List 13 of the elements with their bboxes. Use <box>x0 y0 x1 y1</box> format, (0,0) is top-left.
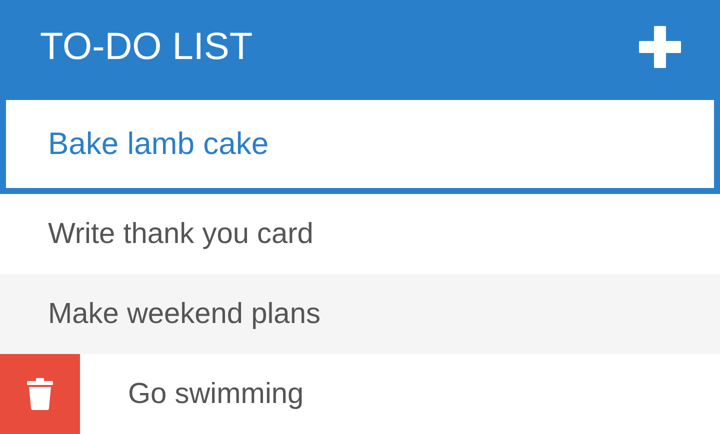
todo-item[interactable]: Bake lamb cake <box>0 94 720 194</box>
item-text: Go swimming <box>127 378 304 410</box>
todo-item[interactable]: Write thank you card <box>0 194 720 274</box>
delete-button[interactable] <box>0 354 80 434</box>
app-title: TO-DO LIST <box>40 26 253 68</box>
trash-icon <box>27 378 53 410</box>
todo-item[interactable]: Make weekend plans <box>0 274 720 354</box>
plus-icon <box>638 25 682 69</box>
todo-item[interactable]: Go swimming <box>0 354 720 434</box>
item-text: Bake lamb cake <box>47 126 269 162</box>
item-text: Write thank you card <box>47 218 314 250</box>
item-text: Make weekend plans <box>47 298 320 330</box>
add-button[interactable] <box>638 25 682 69</box>
